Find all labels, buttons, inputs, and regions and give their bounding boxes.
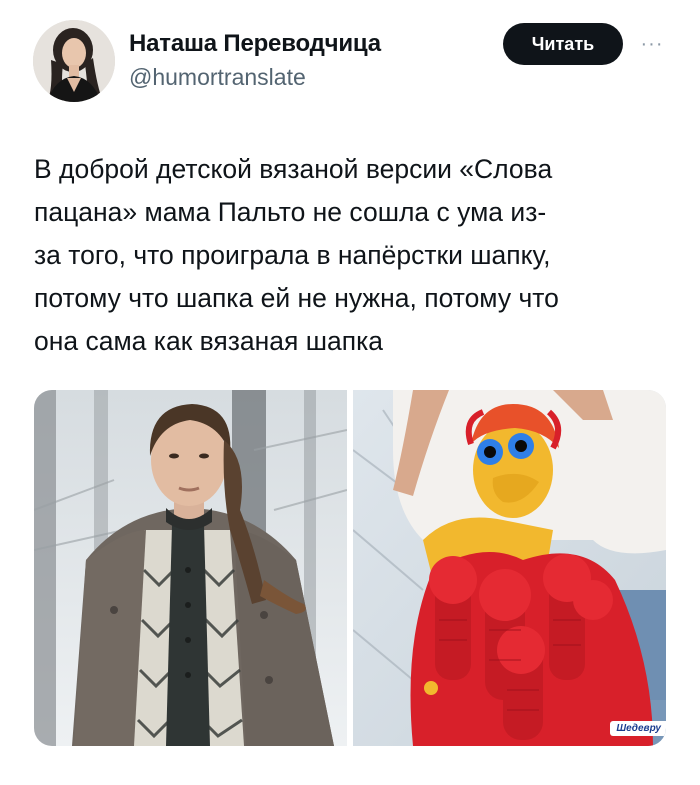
author-handle[interactable]: @humortranslate [129,64,306,91]
tweet-text: В доброй детской вязаной версии «Слова п… [34,148,674,363]
tweet-text-line: она сама как вязаная шапка [34,326,384,356]
avatar-photo [33,20,115,102]
tweet-card: Наташа Переводчица @humortranslate Читат… [0,0,700,785]
woman-photo-illustration [34,390,347,746]
media-photo-knitted-toy[interactable]: Шедевру [353,390,666,746]
tweet-text-line: пацана» мама Пальто не сошла с ума из- [34,197,547,227]
avatar[interactable] [33,20,115,102]
media-grid: Шедевру [34,390,666,746]
media-photo-woman[interactable] [34,390,347,746]
knitted-toy-illustration [353,390,666,746]
follow-button[interactable]: Читать [503,23,623,65]
author-name[interactable]: Наташа Переводчица [129,30,381,58]
media-watermark: Шедевру [610,721,666,736]
tweet-text-line: В доброй детской вязаной версии «Слова [34,154,553,184]
more-dots-icon[interactable]: ··· [634,30,670,58]
tweet-text-line: потому что шапка ей не нужна, потому что [34,283,559,313]
tweet-text-line: за того, что проиграла в напёрстки шапку… [34,240,551,270]
